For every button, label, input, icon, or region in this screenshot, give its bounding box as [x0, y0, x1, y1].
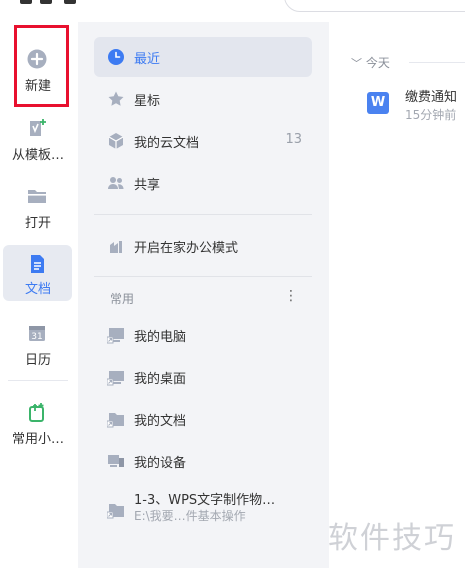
- search-box[interactable]: [284, 0, 465, 12]
- nav-recent[interactable]: 最近: [94, 37, 312, 77]
- group-header-label: 今天: [365, 56, 390, 70]
- title-glyph: [20, 0, 32, 4]
- star-icon: [107, 90, 125, 108]
- nav-panel: 最近 星标 我的云文档 13 共享 开启在家办公模式 常用 ⋮ 我的电脑 我的桌…: [78, 22, 329, 568]
- template-icon: [26, 117, 48, 139]
- home-office-icon: [107, 237, 125, 255]
- folder-shortcut-icon: [106, 501, 125, 519]
- rail-calendar-button[interactable]: 31 日历: [0, 320, 76, 382]
- svg-text:31: 31: [31, 332, 42, 342]
- clock-icon: [107, 48, 125, 66]
- rail-docs-button[interactable]: 文档: [0, 245, 76, 307]
- recent-folder-path: E:\我要…件基本操作: [134, 509, 246, 523]
- top-bar: [0, 0, 465, 22]
- tools-icon: [26, 401, 48, 423]
- rail-template-button[interactable]: 从模板…: [0, 114, 76, 176]
- rail-open-label: 打开: [24, 216, 51, 231]
- computer-shortcut-icon: [106, 326, 125, 344]
- common-item-my-desktop[interactable]: 我的桌面: [94, 357, 312, 397]
- common-item-my-computer[interactable]: 我的电脑: [94, 315, 312, 355]
- title-glyph: [40, 0, 52, 4]
- people-icon: [107, 174, 125, 192]
- nav-starred[interactable]: 星标: [94, 79, 312, 119]
- recent-folder-name: 1-3、WPS文字制作物…: [134, 493, 276, 508]
- recent-file-title: 缴费通知: [405, 90, 458, 105]
- rail-tools-button[interactable]: 常用小…: [0, 399, 76, 461]
- document-icon: [26, 253, 48, 275]
- nav-cloud-docs-label: 我的云文档: [134, 136, 200, 151]
- recent-file-row[interactable]: W 缴费通知 15分钟前: [367, 86, 465, 126]
- common-item-my-devices[interactable]: 我的设备: [94, 441, 312, 481]
- rail-open-button[interactable]: 打开: [0, 182, 76, 244]
- common-item-label: 我的电脑: [134, 330, 187, 345]
- rail-tools-label: 常用小…: [11, 432, 64, 447]
- word-doc-icon: W: [367, 92, 389, 114]
- common-more-button[interactable]: ⋮: [284, 288, 298, 304]
- rail-docs-label: 文档: [24, 282, 51, 297]
- nav-recent-label: 最近: [134, 52, 161, 67]
- common-item-label: 我的设备: [134, 456, 187, 471]
- rail-calendar-label: 日历: [24, 353, 51, 368]
- watermark-text: 软件技巧: [328, 521, 456, 556]
- new-button-highlight-box: [14, 25, 69, 107]
- common-item-my-documents[interactable]: 我的文档: [94, 399, 312, 439]
- nav-cloud-docs[interactable]: 我的云文档 13: [94, 121, 312, 161]
- panel-divider: [94, 214, 312, 215]
- device-icon: [107, 452, 125, 470]
- recent-file-time: 15分钟前: [405, 108, 457, 122]
- nav-home-office[interactable]: 开启在家办公模式: [94, 226, 312, 266]
- cloud-box-icon: [107, 132, 125, 150]
- nav-starred-label: 星标: [134, 94, 161, 109]
- folder-icon: [26, 185, 48, 207]
- common-item-label: 我的桌面: [134, 372, 187, 387]
- desktop-shortcut-icon: [106, 368, 125, 386]
- group-header-today[interactable]: ﹀ 今天: [351, 54, 390, 71]
- panel-divider: [94, 276, 312, 277]
- rail-divider: [8, 380, 68, 381]
- calendar-icon: 31: [26, 322, 48, 344]
- title-glyph: [64, 0, 76, 4]
- common-item-label: 我的文档: [134, 414, 187, 429]
- nav-cloud-docs-count: 13: [285, 132, 302, 147]
- recent-files-area: ﹀ 今天 W 缴费通知 15分钟前: [329, 22, 465, 568]
- nav-shared[interactable]: 共享: [94, 163, 312, 203]
- common-section-title: 常用: [110, 292, 135, 306]
- group-divider: [409, 62, 465, 63]
- chevron-down-icon: ﹀: [351, 57, 362, 70]
- rail-template-label: 从模板…: [11, 148, 64, 163]
- nav-shared-label: 共享: [134, 178, 161, 193]
- folder-shortcut-icon: [106, 410, 125, 428]
- nav-home-office-label: 开启在家办公模式: [134, 241, 239, 256]
- common-item-recent-folder[interactable]: 1-3、WPS文字制作物… E:\我要…件基本操作: [94, 483, 312, 537]
